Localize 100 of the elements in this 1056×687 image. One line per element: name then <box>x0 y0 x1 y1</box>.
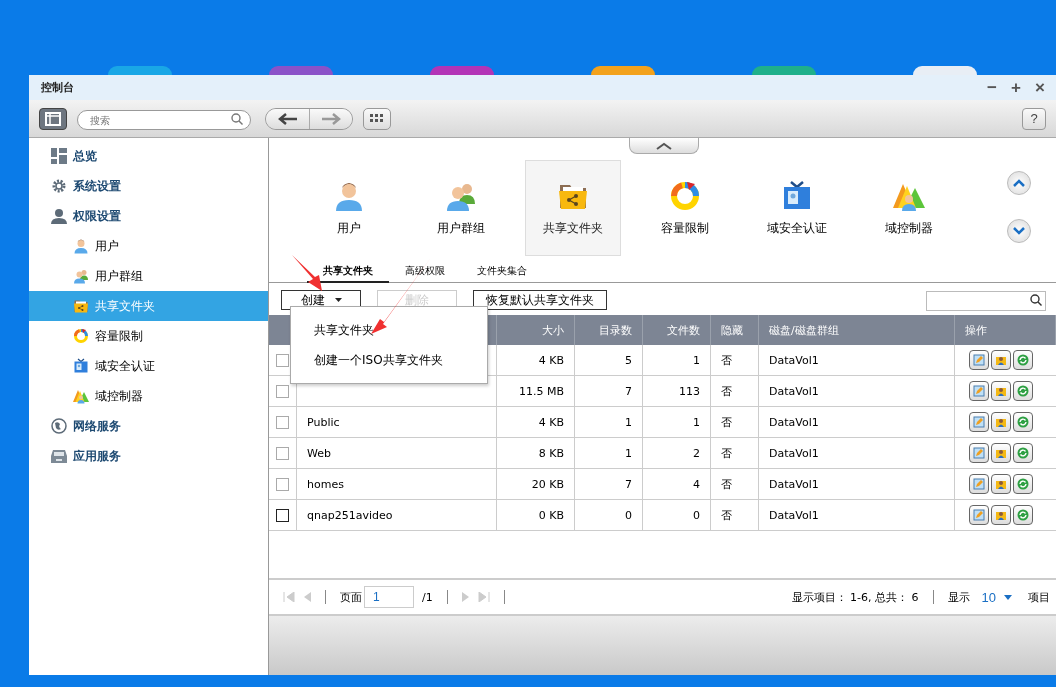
checkbox[interactable] <box>276 477 289 491</box>
table-cell: 0 <box>693 508 700 522</box>
window-control-button[interactable]: × <box>1030 77 1050 98</box>
table-cell: 7 <box>625 477 632 491</box>
pencil-icon <box>973 447 985 459</box>
table-cell: 否 <box>721 507 732 523</box>
sidebar-item[interactable]: 用户群组 <box>29 261 268 291</box>
scroll-up-button[interactable] <box>1007 171 1031 195</box>
sidebar-item-label: 用户群组 <box>95 267 143 285</box>
page-field[interactable]: 1 <box>364 586 414 608</box>
module-tile[interactable]: 容量限制 <box>637 160 733 256</box>
module-tile[interactable]: 共享文件夹 <box>525 160 621 256</box>
table-cell: DataVol1 <box>769 446 819 460</box>
permission-button[interactable] <box>991 505 1011 525</box>
back-button[interactable] <box>266 108 309 129</box>
checkbox[interactable] <box>276 353 289 367</box>
page-label: 页面 <box>340 589 362 605</box>
table-cell: 2 <box>693 446 700 460</box>
pencil-icon <box>973 385 985 397</box>
tab[interactable]: 文件夹集合 <box>461 260 543 283</box>
table-cell: 4 KB <box>538 415 564 429</box>
edit-button[interactable] <box>969 505 989 525</box>
table-cell: 7 <box>625 384 632 398</box>
window-title: 控制台 <box>41 80 74 95</box>
permission-button[interactable] <box>991 381 1011 401</box>
table-cell: 1 <box>693 353 700 367</box>
collapse-tab[interactable] <box>629 138 699 154</box>
permission-button[interactable] <box>991 412 1011 432</box>
refresh-button[interactable] <box>1013 381 1033 401</box>
sidebar-group[interactable]: 总览 <box>29 141 268 171</box>
checkbox[interactable] <box>276 415 289 429</box>
edit-button[interactable] <box>969 381 989 401</box>
module-tile[interactable]: 用户群组 <box>413 160 509 256</box>
refresh-button[interactable] <box>1013 443 1033 463</box>
sidebar-group-label: 网络服务 <box>73 417 121 435</box>
refresh-button[interactable] <box>1013 412 1033 432</box>
action-button[interactable]: 恢复默认共享文件夹 <box>473 290 607 310</box>
sidebar-group-label: 权限设置 <box>73 207 121 225</box>
scroll-down-button[interactable] <box>1007 219 1031 243</box>
edit-button[interactable] <box>969 443 989 463</box>
refresh-button[interactable] <box>1013 505 1033 525</box>
permission-button[interactable] <box>991 350 1011 370</box>
table-search-field[interactable] <box>926 290 1046 311</box>
sidebar-item[interactable]: 容量限制 <box>29 321 268 351</box>
sidebar-item[interactable]: 用户 <box>29 231 268 261</box>
sidebar-group[interactable]: 应用服务 <box>29 441 268 471</box>
table-cell: DataVol1 <box>769 477 819 491</box>
table-cell: 20 KB <box>531 477 564 491</box>
checkbox[interactable] <box>276 508 289 522</box>
column-header: 目录数 <box>575 315 643 345</box>
module-tile[interactable]: 域安全认证 <box>749 160 845 256</box>
sidebar-toggle-button[interactable] <box>39 107 67 130</box>
edit-button[interactable] <box>969 474 989 494</box>
refresh-button[interactable] <box>1013 474 1033 494</box>
module-tile[interactable]: 域控制器 <box>861 160 957 256</box>
menu-item[interactable]: 创建一个ISO共享文件夹 <box>291 345 487 375</box>
window-control-button[interactable]: + <box>1006 77 1026 98</box>
help-button[interactable]: ? <box>1022 107 1046 130</box>
table-cell: qnap251avideo <box>307 508 393 522</box>
table-cell: 1 <box>625 446 632 460</box>
sidebar-group[interactable]: 权限设置 <box>29 201 268 231</box>
apps-button[interactable] <box>363 107 391 130</box>
window-control-button[interactable]: − <box>982 77 1002 98</box>
sidebar-group[interactable]: 系统设置 <box>29 171 268 201</box>
table-cell: 8 KB <box>538 446 564 460</box>
edit-button[interactable] <box>969 350 989 370</box>
table-cell: 1 <box>693 415 700 429</box>
app-icon[interactable] <box>913 66 977 75</box>
show-label: 显示 <box>947 589 970 605</box>
sidebar-item[interactable]: 域安全认证 <box>29 351 268 381</box>
checkbox[interactable] <box>276 384 289 398</box>
module-tile[interactable]: 用户 <box>301 160 397 256</box>
table-cell: 5 <box>625 353 632 367</box>
page-total: /1 <box>422 590 433 604</box>
module-label: 域控制器 <box>885 219 933 237</box>
menu-item[interactable]: 共享文件夹 <box>291 315 487 345</box>
folder-user-icon <box>995 385 1007 397</box>
per-page-dropdown[interactable]: 10 <box>977 589 1020 605</box>
tab[interactable]: 高级权限 <box>389 260 461 283</box>
sidebar-item[interactable]: 域控制器 <box>29 381 268 411</box>
permission-button[interactable] <box>991 443 1011 463</box>
refresh-icon <box>1017 416 1029 428</box>
refresh-button[interactable] <box>1013 350 1033 370</box>
column-header: 磁盘/磁盘群组 <box>759 315 955 345</box>
user-group-icon <box>73 268 89 284</box>
id-badge-icon <box>73 358 89 374</box>
refresh-icon <box>1017 354 1029 366</box>
table-cell: Web <box>307 446 331 460</box>
sidebar-group[interactable]: 网络服务 <box>29 411 268 441</box>
ring-chart-icon <box>669 179 701 212</box>
table-cell: DataVol1 <box>769 508 819 522</box>
table-cell: 4 KB <box>538 353 564 367</box>
search-field[interactable]: 搜索 <box>77 110 251 130</box>
permission-button[interactable] <box>991 474 1011 494</box>
table-cell: 4 <box>693 477 700 491</box>
table-cell: 否 <box>721 445 732 461</box>
refresh-icon <box>1017 478 1029 490</box>
folder-user-icon <box>995 478 1007 490</box>
checkbox[interactable] <box>276 446 289 460</box>
edit-button[interactable] <box>969 412 989 432</box>
